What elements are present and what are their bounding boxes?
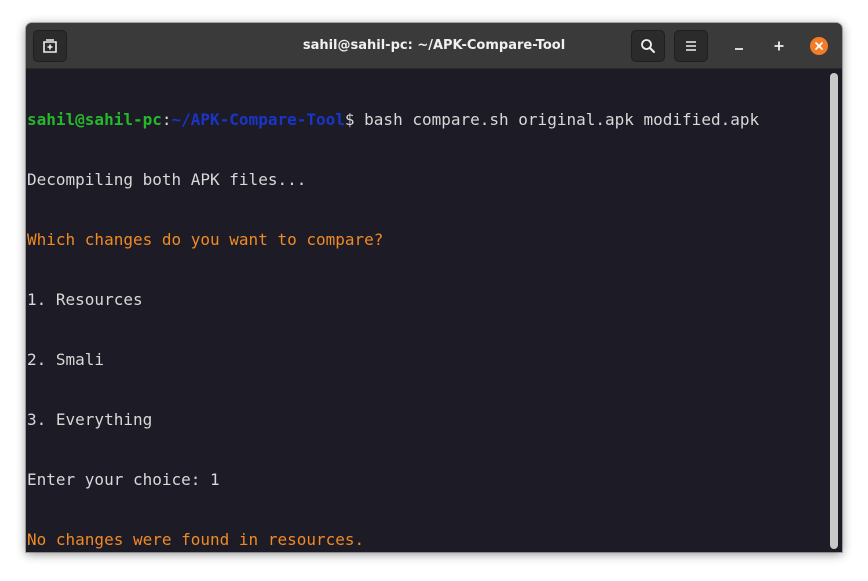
menu-button[interactable] bbox=[674, 30, 708, 62]
command-text: bash compare.sh original.apk modified.ap… bbox=[354, 110, 760, 129]
output-line-option-resources: 1. Resources bbox=[27, 290, 143, 309]
search-icon bbox=[641, 39, 655, 53]
terminal-window: sahil@sahil-pc: ~/APK-Compare-Tool sahil… bbox=[26, 23, 842, 552]
minimize-button[interactable] bbox=[730, 37, 748, 55]
window-title: sahil@sahil-pc: ~/APK-Compare-Tool bbox=[302, 38, 566, 53]
hamburger-menu-icon bbox=[686, 41, 696, 51]
maximize-icon bbox=[774, 41, 784, 51]
prompt-path: ~/APK-Compare-Tool bbox=[171, 110, 345, 129]
prompt-symbol: $ bbox=[344, 110, 355, 129]
output-line-no-changes: No changes were found in resources. bbox=[27, 530, 365, 549]
vertical-scrollbar[interactable] bbox=[830, 73, 838, 549]
title-bar: sahil@sahil-pc: ~/APK-Compare-Tool bbox=[26, 23, 842, 69]
prompt-user: sahil@sahil-pc bbox=[27, 110, 162, 129]
new-tab-icon bbox=[43, 39, 57, 53]
search-button[interactable] bbox=[631, 30, 665, 62]
output-line-option-smali: 2. Smali bbox=[27, 350, 105, 369]
minimize-icon bbox=[735, 48, 743, 50]
terminal-output[interactable]: sahil@sahil-pc:~/APK-Compare-Tool$ bash … bbox=[26, 69, 826, 552]
output-line-decompiling: Decompiling both APK files... bbox=[27, 170, 307, 189]
output-line-question: Which changes do you want to compare? bbox=[27, 230, 384, 249]
command-line: sahil@sahil-pc:~/APK-Compare-Tool$ bash … bbox=[27, 110, 826, 130]
prompt-separator: : bbox=[161, 110, 172, 129]
new-tab-button[interactable] bbox=[33, 30, 67, 62]
output-line-choice: Enter your choice: 1 bbox=[27, 470, 220, 489]
close-button[interactable] bbox=[810, 37, 828, 55]
output-line-option-everything: 3. Everything bbox=[27, 410, 153, 429]
close-icon bbox=[815, 42, 823, 50]
maximize-button[interactable] bbox=[770, 37, 788, 55]
